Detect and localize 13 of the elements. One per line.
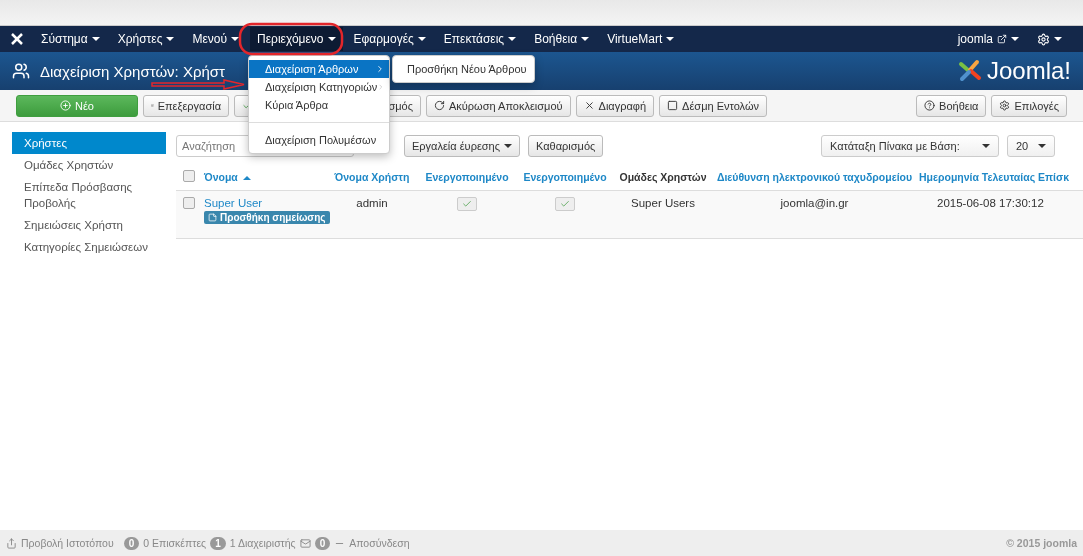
admins-text: 1 Διαχειριστής xyxy=(229,537,296,549)
count-badge: 0 xyxy=(123,536,140,550)
table-cell: joomla@in.gr xyxy=(712,190,917,239)
count-badge: 1 xyxy=(210,536,226,550)
copyright-text: © 2015 joomla xyxy=(1006,537,1077,549)
visitors-text: 0 Επισκέπτες xyxy=(143,537,207,549)
count-badge: 0 xyxy=(314,536,331,550)
table-cell: admin xyxy=(326,190,418,239)
table-cell: 2015-06-08 17:30:12 xyxy=(917,190,1083,239)
page-title: Διαχείριση Χρηστών: Χρήστ xyxy=(40,62,225,80)
column-header: Ομάδες Χρηστών xyxy=(619,171,707,183)
table-cell: Super Users xyxy=(614,190,712,239)
joomla-logo: Joomla! xyxy=(956,57,1071,85)
